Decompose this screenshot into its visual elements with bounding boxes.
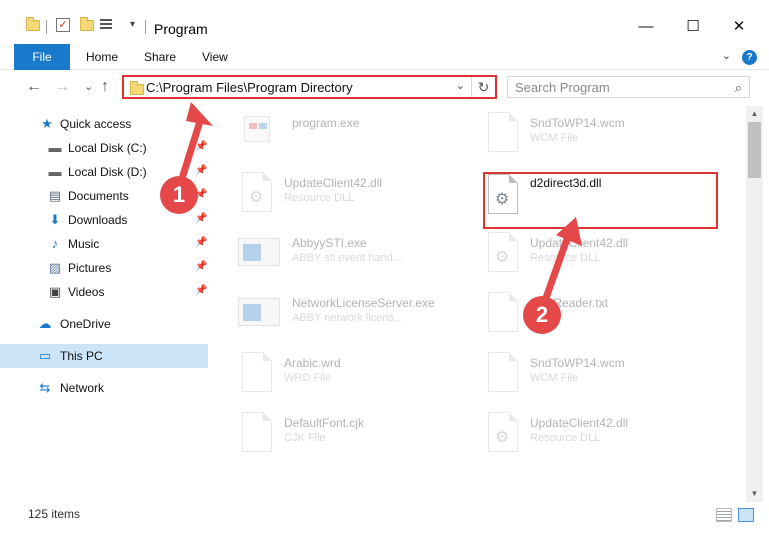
annotation-arrows	[176, 102, 582, 316]
step-2-badge: 2	[523, 296, 561, 334]
arrow-1-shaft	[176, 114, 205, 189]
step-1-badge: 1	[160, 176, 198, 214]
arrow-1-head	[186, 102, 213, 126]
